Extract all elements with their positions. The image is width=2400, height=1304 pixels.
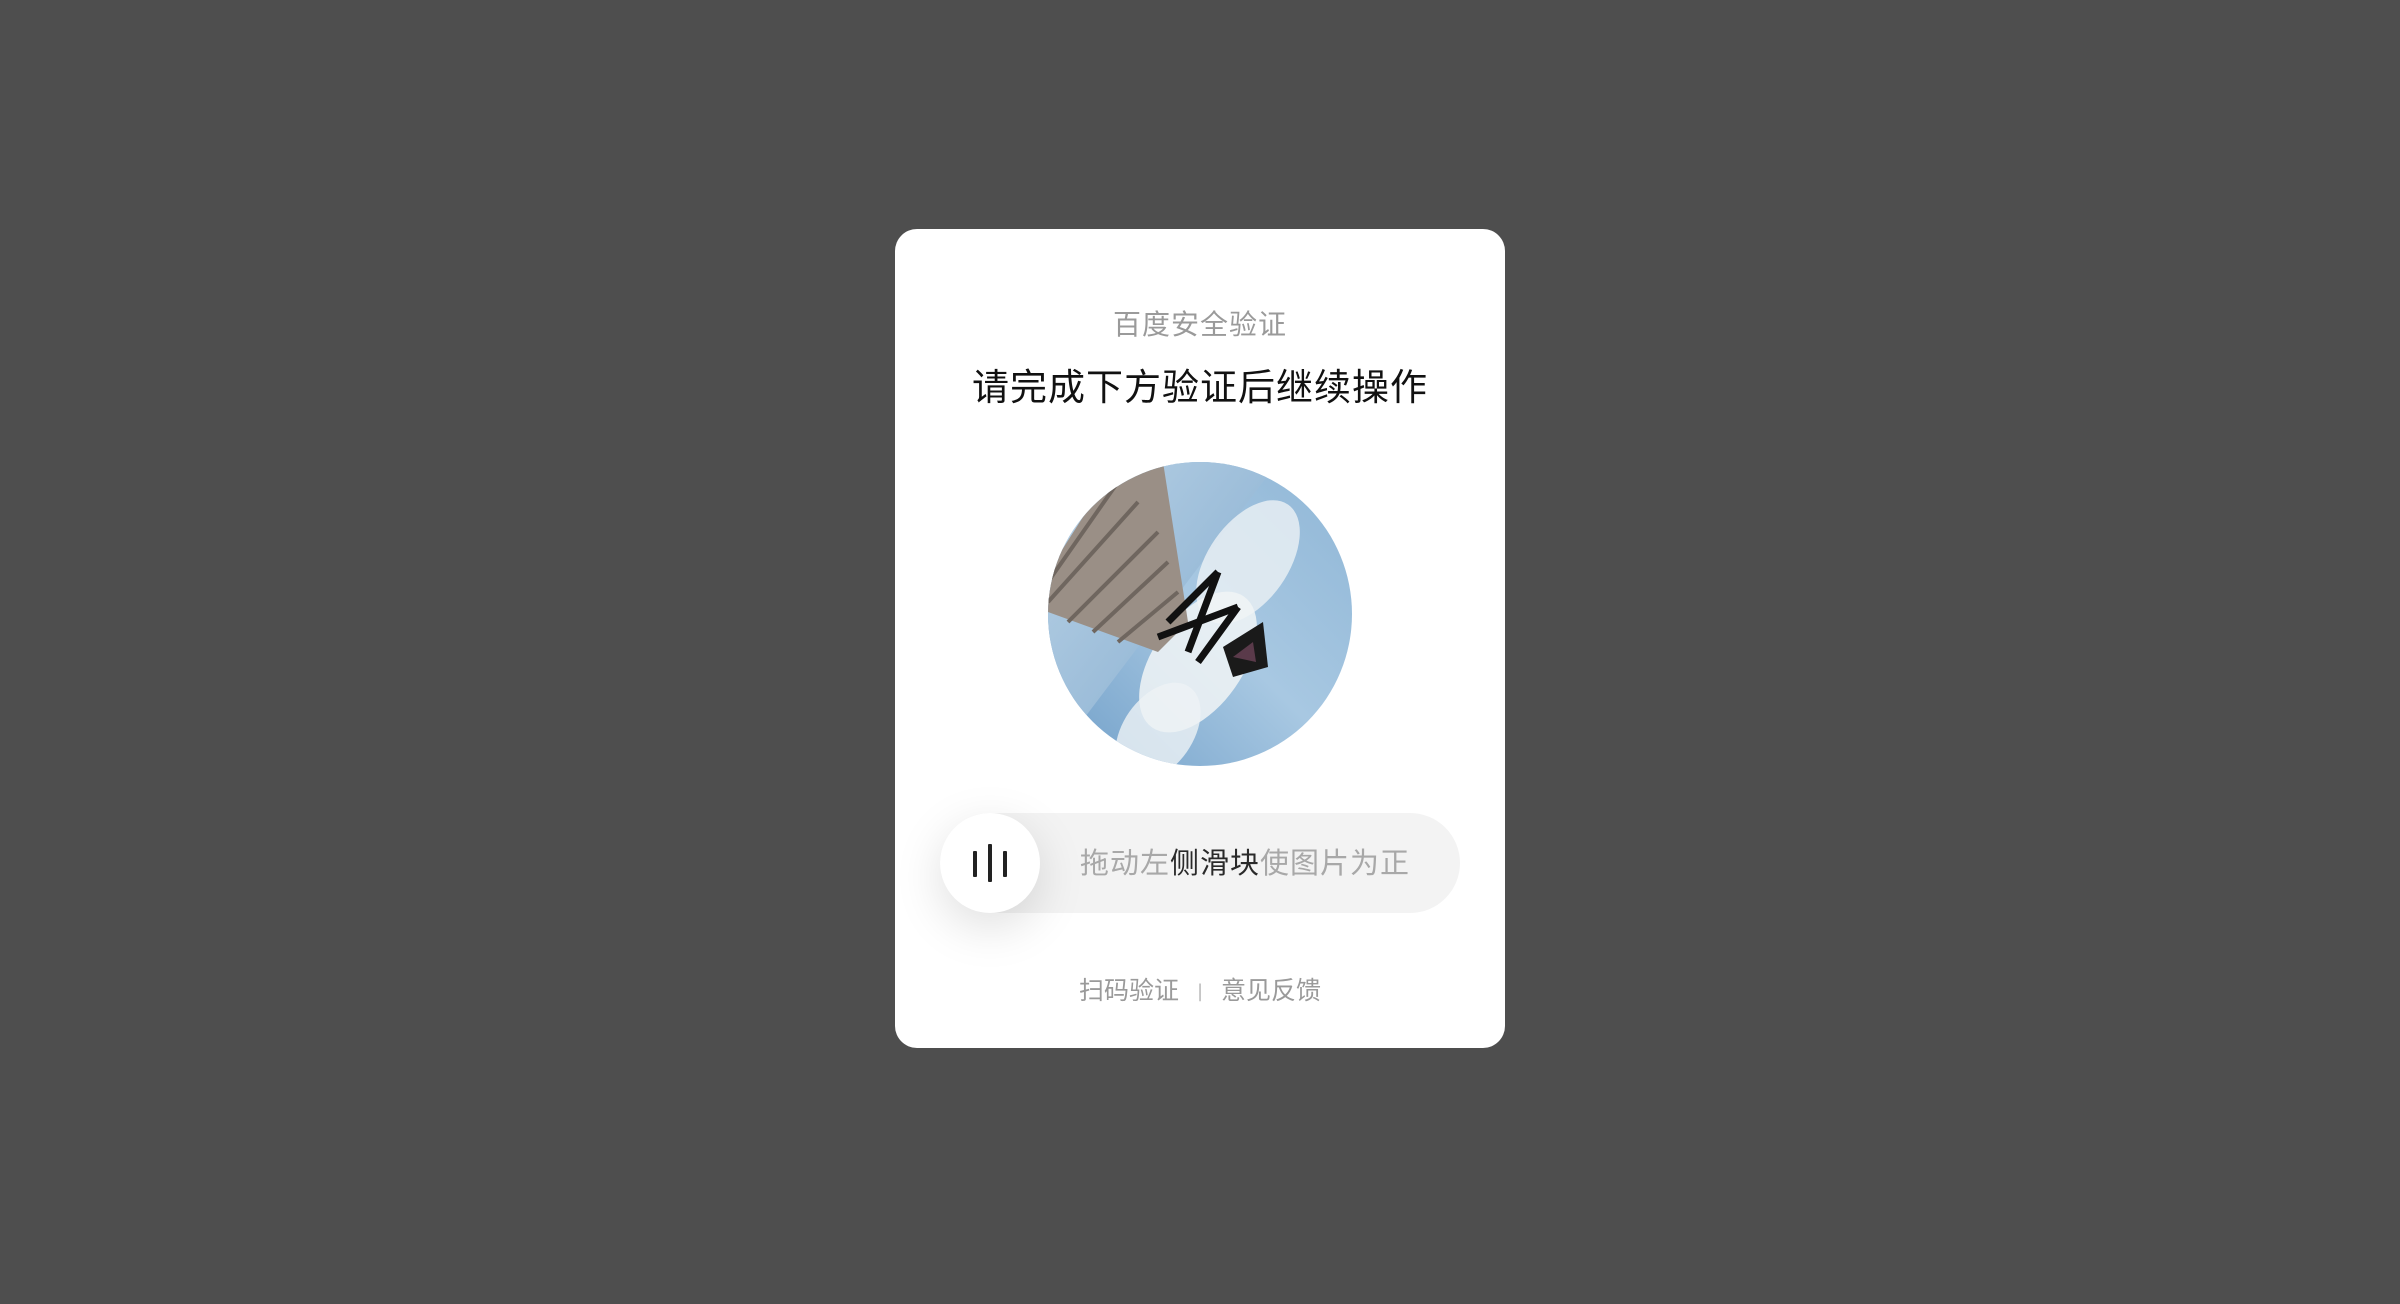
slider-thumb[interactable] xyxy=(940,813,1040,913)
slider-hint-highlight: 侧滑块 xyxy=(1170,846,1261,880)
slider-hint-end: 使图片为正 xyxy=(1260,846,1411,880)
feedback-link[interactable]: 意见反馈 xyxy=(1221,976,1321,1005)
grip-bars-icon xyxy=(940,813,1040,913)
slider-track[interactable]: 拖动左侧滑块使图片为正 xyxy=(940,813,1460,913)
scan-verify-link[interactable]: 扫码验证 xyxy=(1079,976,1179,1005)
verification-dialog: 百度安全验证 请完成下方验证后继续操作 拖动左侧滑块使图片为正 扫码验证 | 意… xyxy=(895,229,1505,1048)
footer-separator: | xyxy=(1196,981,1204,1002)
rotate-captcha-image xyxy=(1048,462,1352,766)
dialog-title: 请完成下方验证后继续操作 xyxy=(972,366,1428,409)
slider-hint-start: 拖动左 xyxy=(1080,846,1171,880)
slider-hint: 拖动左侧滑块使图片为正 xyxy=(1080,813,1409,913)
dialog-subtitle: 百度安全验证 xyxy=(1112,308,1287,341)
dialog-footer: 扫码验证 | 意见反馈 xyxy=(895,971,1505,1007)
